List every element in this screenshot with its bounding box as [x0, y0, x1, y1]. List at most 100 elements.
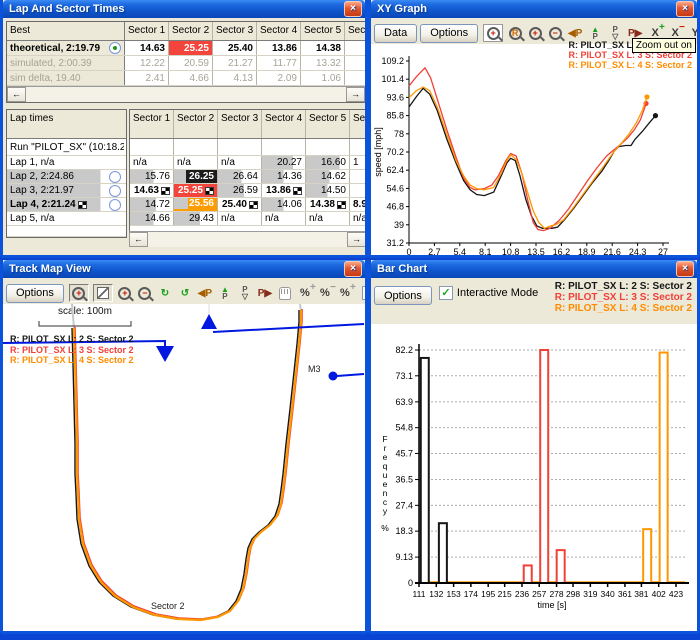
- sector-cell[interactable]: 13.32: [301, 56, 345, 70]
- lap-row[interactable]: 15.7626.2526.6414.3614.62: [130, 170, 365, 184]
- sector-cell[interactable]: [345, 56, 366, 70]
- lap-row[interactable]: 14.6325.2526.5913.8614.50: [130, 184, 365, 198]
- row-label-cell[interactable]: simulated, 2:00.39: [7, 56, 125, 70]
- fit-track-icon[interactable]: [93, 284, 113, 302]
- sector-cell[interactable]: 14.06: [262, 198, 306, 211]
- marker-down-icon[interactable]: P▽: [235, 284, 255, 302]
- sector-cell[interactable]: 29.43: [174, 212, 218, 225]
- zoom-out-icon[interactable]: −: [135, 284, 155, 302]
- lap-label-cell[interactable]: Lap 3, 2:21.97: [7, 184, 124, 197]
- lap-row[interactable]: Lap 4, 2:21.24: [7, 198, 126, 212]
- sector-cell[interactable]: 12.22: [125, 56, 169, 70]
- sector-cell[interactable]: 14.62: [306, 170, 350, 183]
- best-table-scrollbar[interactable]: ←→: [7, 86, 365, 102]
- sector-cell[interactable]: 4.66: [169, 71, 213, 85]
- row-label-cell[interactable]: theoretical, 2:19.79: [7, 41, 125, 55]
- sector-cell[interactable]: n/a: [218, 156, 262, 169]
- marker-up-icon[interactable]: ▲P: [215, 284, 235, 302]
- sector-cell[interactable]: 14.36: [262, 170, 306, 183]
- zoom-in-icon[interactable]: +: [525, 24, 545, 42]
- prev-marker-icon[interactable]: ◀P: [195, 284, 215, 302]
- lap-row[interactable]: Lap 5, n/a: [7, 212, 126, 226]
- radio-selected[interactable]: [109, 42, 121, 54]
- zoom-undo-icon[interactable]: R: [505, 24, 525, 42]
- sector-cell[interactable]: n/a: [350, 212, 366, 225]
- lap-row[interactable]: Lap 2, 2:24.86: [7, 170, 126, 184]
- radio-unselected[interactable]: [109, 199, 121, 211]
- track-map[interactable]: scale: 100m R: PILOT_SX L: 2 S: Sector 2…: [3, 304, 365, 631]
- data-button[interactable]: Data: [374, 24, 417, 43]
- scroll-left-button[interactable]: ←: [129, 232, 148, 247]
- zoom-window-icon[interactable]: +: [69, 284, 89, 302]
- run-row[interactable]: Run "PILOT_SX" (10:18.23): [7, 139, 126, 156]
- sector-cell[interactable]: n/a: [218, 212, 262, 225]
- lap-row[interactable]: n/an/an/a20.2716.601: [130, 156, 365, 170]
- lap-table-scrollbar[interactable]: ←→: [129, 231, 366, 247]
- sector-cell[interactable]: 14.66: [130, 212, 174, 225]
- sector-cell[interactable]: 25.56: [174, 198, 218, 211]
- close-icon[interactable]: ×: [344, 1, 362, 17]
- lap-row[interactable]: Lap 3, 2:21.97: [7, 184, 126, 198]
- sector-cell[interactable]: n/a: [130, 156, 174, 169]
- add-node-alt-icon[interactable]: %+: [335, 284, 355, 302]
- sector-cell[interactable]: 14.63: [130, 184, 174, 197]
- sector-cell[interactable]: 13.86: [262, 184, 306, 197]
- sector-cell[interactable]: 26.59: [218, 184, 262, 197]
- xy-window-titlebar[interactable]: XY Graph ×: [371, 0, 697, 18]
- close-icon[interactable]: ×: [676, 1, 694, 17]
- sector-cell[interactable]: 15.76: [130, 170, 174, 183]
- bar-plot-area[interactable]: 09.1318.327.436.545.754.863.973.182.2111…: [371, 324, 697, 631]
- sector-cell[interactable]: 13.86: [257, 41, 301, 55]
- sector-cell[interactable]: 20.27: [262, 156, 306, 169]
- lap-row[interactable]: 14.6629.43n/an/an/an/a: [130, 212, 365, 226]
- sector-cell[interactable]: 8.9: [350, 198, 366, 211]
- sector-cell[interactable]: 14.38: [301, 41, 345, 55]
- table-row[interactable]: simulated, 2:00.3912.2220.5921.2711.7713…: [7, 56, 365, 71]
- sector-cell[interactable]: n/a: [262, 212, 306, 225]
- interactive-mode-checkbox[interactable]: ✓ Interactive Mode: [439, 286, 538, 300]
- zoom-out-icon[interactable]: −: [545, 24, 565, 42]
- lap-row[interactable]: Lap 1, n/a: [7, 156, 126, 170]
- radio-unselected[interactable]: [109, 171, 121, 183]
- rotate-cw-icon[interactable]: ↻: [155, 284, 175, 302]
- sector-cell[interactable]: 25.25: [174, 184, 218, 197]
- sector-cell[interactable]: 16.60: [306, 156, 350, 169]
- sector-cell[interactable]: 21.27: [213, 56, 257, 70]
- sector-cell[interactable]: 26.25: [174, 170, 218, 183]
- sector-cell[interactable]: 1: [350, 156, 366, 169]
- sector-cell[interactable]: 25.40: [213, 41, 257, 55]
- options-button[interactable]: Options: [6, 284, 64, 303]
- sector-cell[interactable]: [345, 41, 366, 55]
- remove-node-icon[interactable]: %−: [315, 284, 335, 302]
- sector-cell[interactable]: 26.64: [218, 170, 262, 183]
- sector-cell[interactable]: 1.06: [301, 71, 345, 85]
- radio-unselected[interactable]: [109, 185, 121, 197]
- zoom-window-icon[interactable]: +: [483, 24, 503, 42]
- pan-hand-icon[interactable]: [275, 284, 295, 302]
- zoom-in-icon[interactable]: +: [115, 284, 135, 302]
- next-marker-icon[interactable]: P▶: [255, 284, 275, 302]
- close-icon[interactable]: ×: [676, 261, 694, 277]
- scroll-right-button[interactable]: →: [346, 87, 365, 102]
- sector-cell[interactable]: 20.59: [169, 56, 213, 70]
- sector-cell[interactable]: 14.72: [130, 198, 174, 211]
- options-button[interactable]: Options: [420, 24, 478, 43]
- sector-cell[interactable]: 25.40: [218, 198, 262, 211]
- sector-cell[interactable]: 2.09: [257, 71, 301, 85]
- add-node-icon[interactable]: %+: [295, 284, 315, 302]
- sector-cell[interactable]: n/a: [306, 212, 350, 225]
- lap-window-titlebar[interactable]: Lap And Sector Times ×: [3, 0, 365, 18]
- sector-cell[interactable]: [350, 170, 366, 183]
- lap-row[interactable]: 14.7225.5625.4014.0614.388.9: [130, 198, 365, 212]
- options-button[interactable]: Options: [374, 286, 432, 305]
- lap-label-cell[interactable]: Lap 2, 2:24.86: [7, 170, 124, 183]
- lap-label-cell[interactable]: Lap 1, n/a: [7, 156, 124, 169]
- row-label-cell[interactable]: sim delta, 19.40: [7, 71, 125, 85]
- sector-cell[interactable]: n/a: [174, 156, 218, 169]
- track-window-titlebar[interactable]: Track Map View ×: [3, 260, 365, 278]
- bar-window-titlebar[interactable]: Bar Chart ×: [371, 260, 697, 278]
- close-icon[interactable]: ×: [344, 261, 362, 277]
- sector-cell[interactable]: 14.38: [306, 198, 350, 211]
- sector-cell[interactable]: 11.77: [257, 56, 301, 70]
- sector-cell[interactable]: 2.41: [125, 71, 169, 85]
